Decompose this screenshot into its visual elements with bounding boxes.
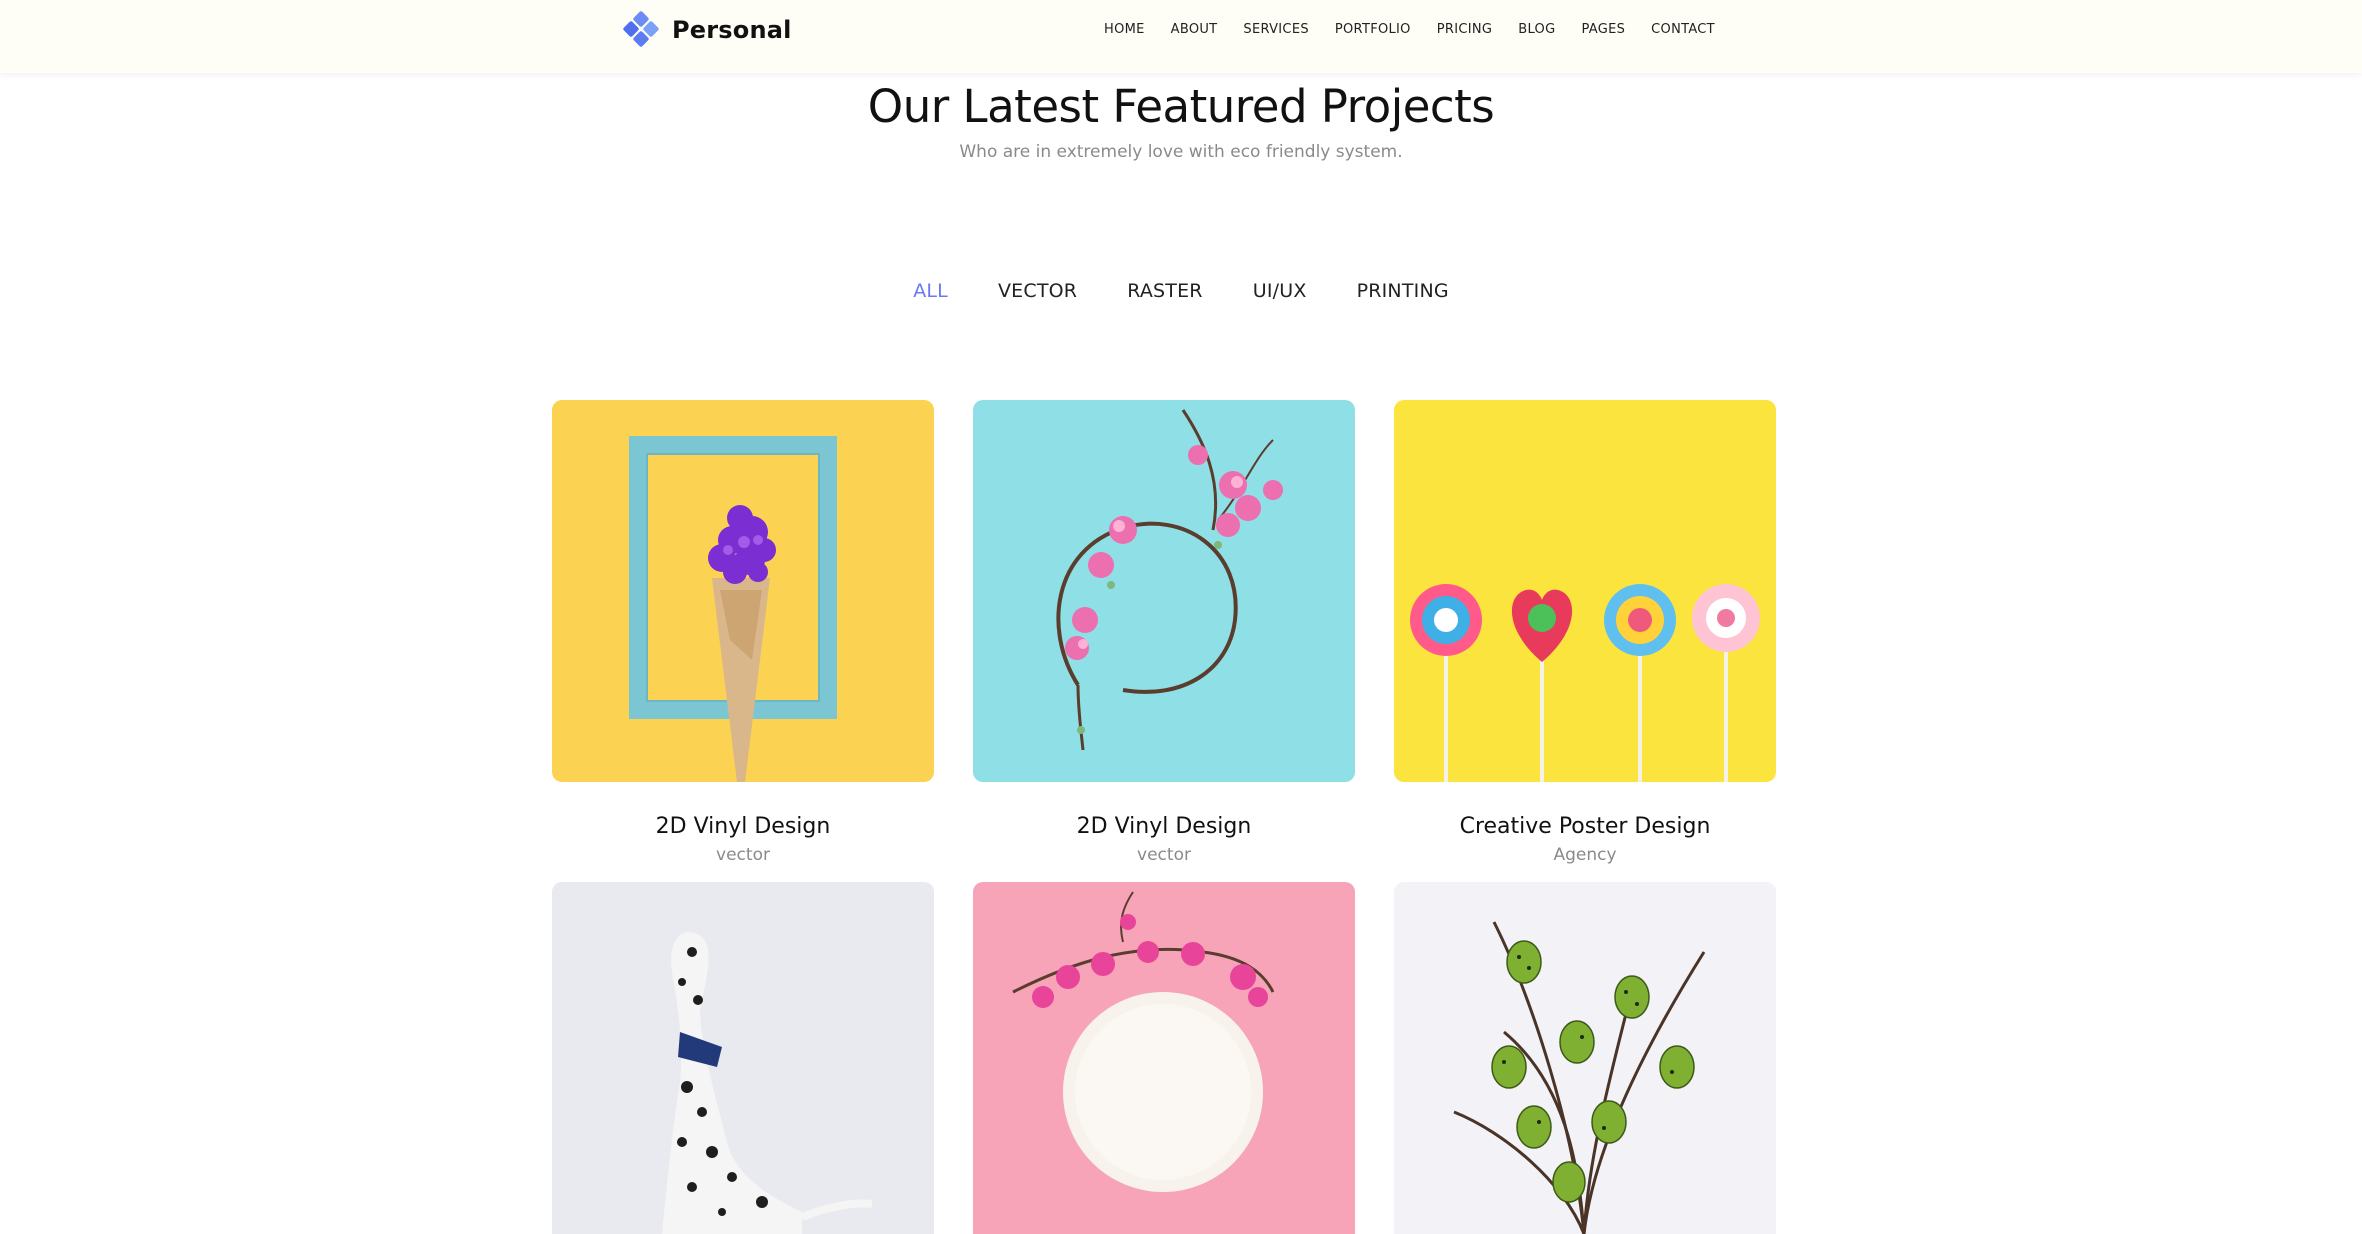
project-category: Agency [1553, 845, 1617, 865]
nav-contact[interactable]: CONTACT [1651, 22, 1715, 37]
filter-uiux[interactable]: UI/UX [1253, 280, 1307, 302]
flower-wreath-image [973, 400, 1355, 782]
green-eggs-image [1394, 882, 1776, 1234]
project-image[interactable] [973, 882, 1355, 1234]
project-title[interactable]: Creative Poster Design [1394, 814, 1776, 839]
lollipops-image [1394, 400, 1776, 782]
project-image[interactable] [1394, 400, 1776, 782]
project-category: vector [716, 845, 770, 865]
project-card[interactable] [1394, 882, 1776, 1234]
filter-all[interactable]: ALL [913, 280, 948, 302]
project-card[interactable]: Creative Poster Design Agency [1394, 400, 1776, 865]
brand-logo[interactable]: Personal [622, 10, 792, 50]
section-subtitle: Who are in extremely love with eco frien… [959, 142, 1403, 162]
nav-pricing[interactable]: PRICING [1437, 22, 1493, 37]
section-title: Our Latest Featured Projects [867, 80, 1495, 133]
project-title[interactable]: 2D Vinyl Design [552, 814, 934, 839]
dalmatian-dog-image [552, 882, 934, 1234]
pink-plate-image [973, 882, 1355, 1234]
nav-about[interactable]: ABOUT [1171, 22, 1218, 37]
nav-services[interactable]: SERVICES [1243, 22, 1308, 37]
project-card[interactable]: 2D Vinyl Design vector [973, 400, 1355, 865]
project-card[interactable] [552, 882, 934, 1234]
project-image[interactable] [552, 400, 934, 782]
filter-printing[interactable]: PRINTING [1357, 280, 1449, 302]
brand-name: Personal [672, 16, 792, 44]
project-card[interactable]: 2D Vinyl Design vector [552, 400, 934, 865]
nav-pages[interactable]: PAGES [1581, 22, 1625, 37]
nav-portfolio[interactable]: PORTFOLIO [1335, 22, 1411, 37]
filter-vector[interactable]: VECTOR [998, 280, 1077, 302]
nav-blog[interactable]: BLOG [1518, 22, 1555, 37]
project-title[interactable]: 2D Vinyl Design [973, 814, 1355, 839]
logo-icon [623, 11, 659, 47]
filter-raster[interactable]: RASTER [1127, 280, 1203, 302]
nav-home[interactable]: HOME [1104, 22, 1145, 37]
project-card[interactable] [973, 882, 1355, 1234]
main-nav: HOME ABOUT SERVICES PORTFOLIO PRICING BL… [1104, 22, 1741, 37]
project-image[interactable] [552, 882, 934, 1234]
project-image[interactable] [973, 400, 1355, 782]
portfolio-filters: ALL VECTOR RASTER UI/UX PRINTING [0, 280, 2362, 302]
project-category: vector [1137, 845, 1191, 865]
site-header: Personal HOME ABOUT SERVICES PORTFOLIO P… [0, 0, 2362, 73]
ice-cream-flower-image [552, 400, 934, 782]
project-image[interactable] [1394, 882, 1776, 1234]
